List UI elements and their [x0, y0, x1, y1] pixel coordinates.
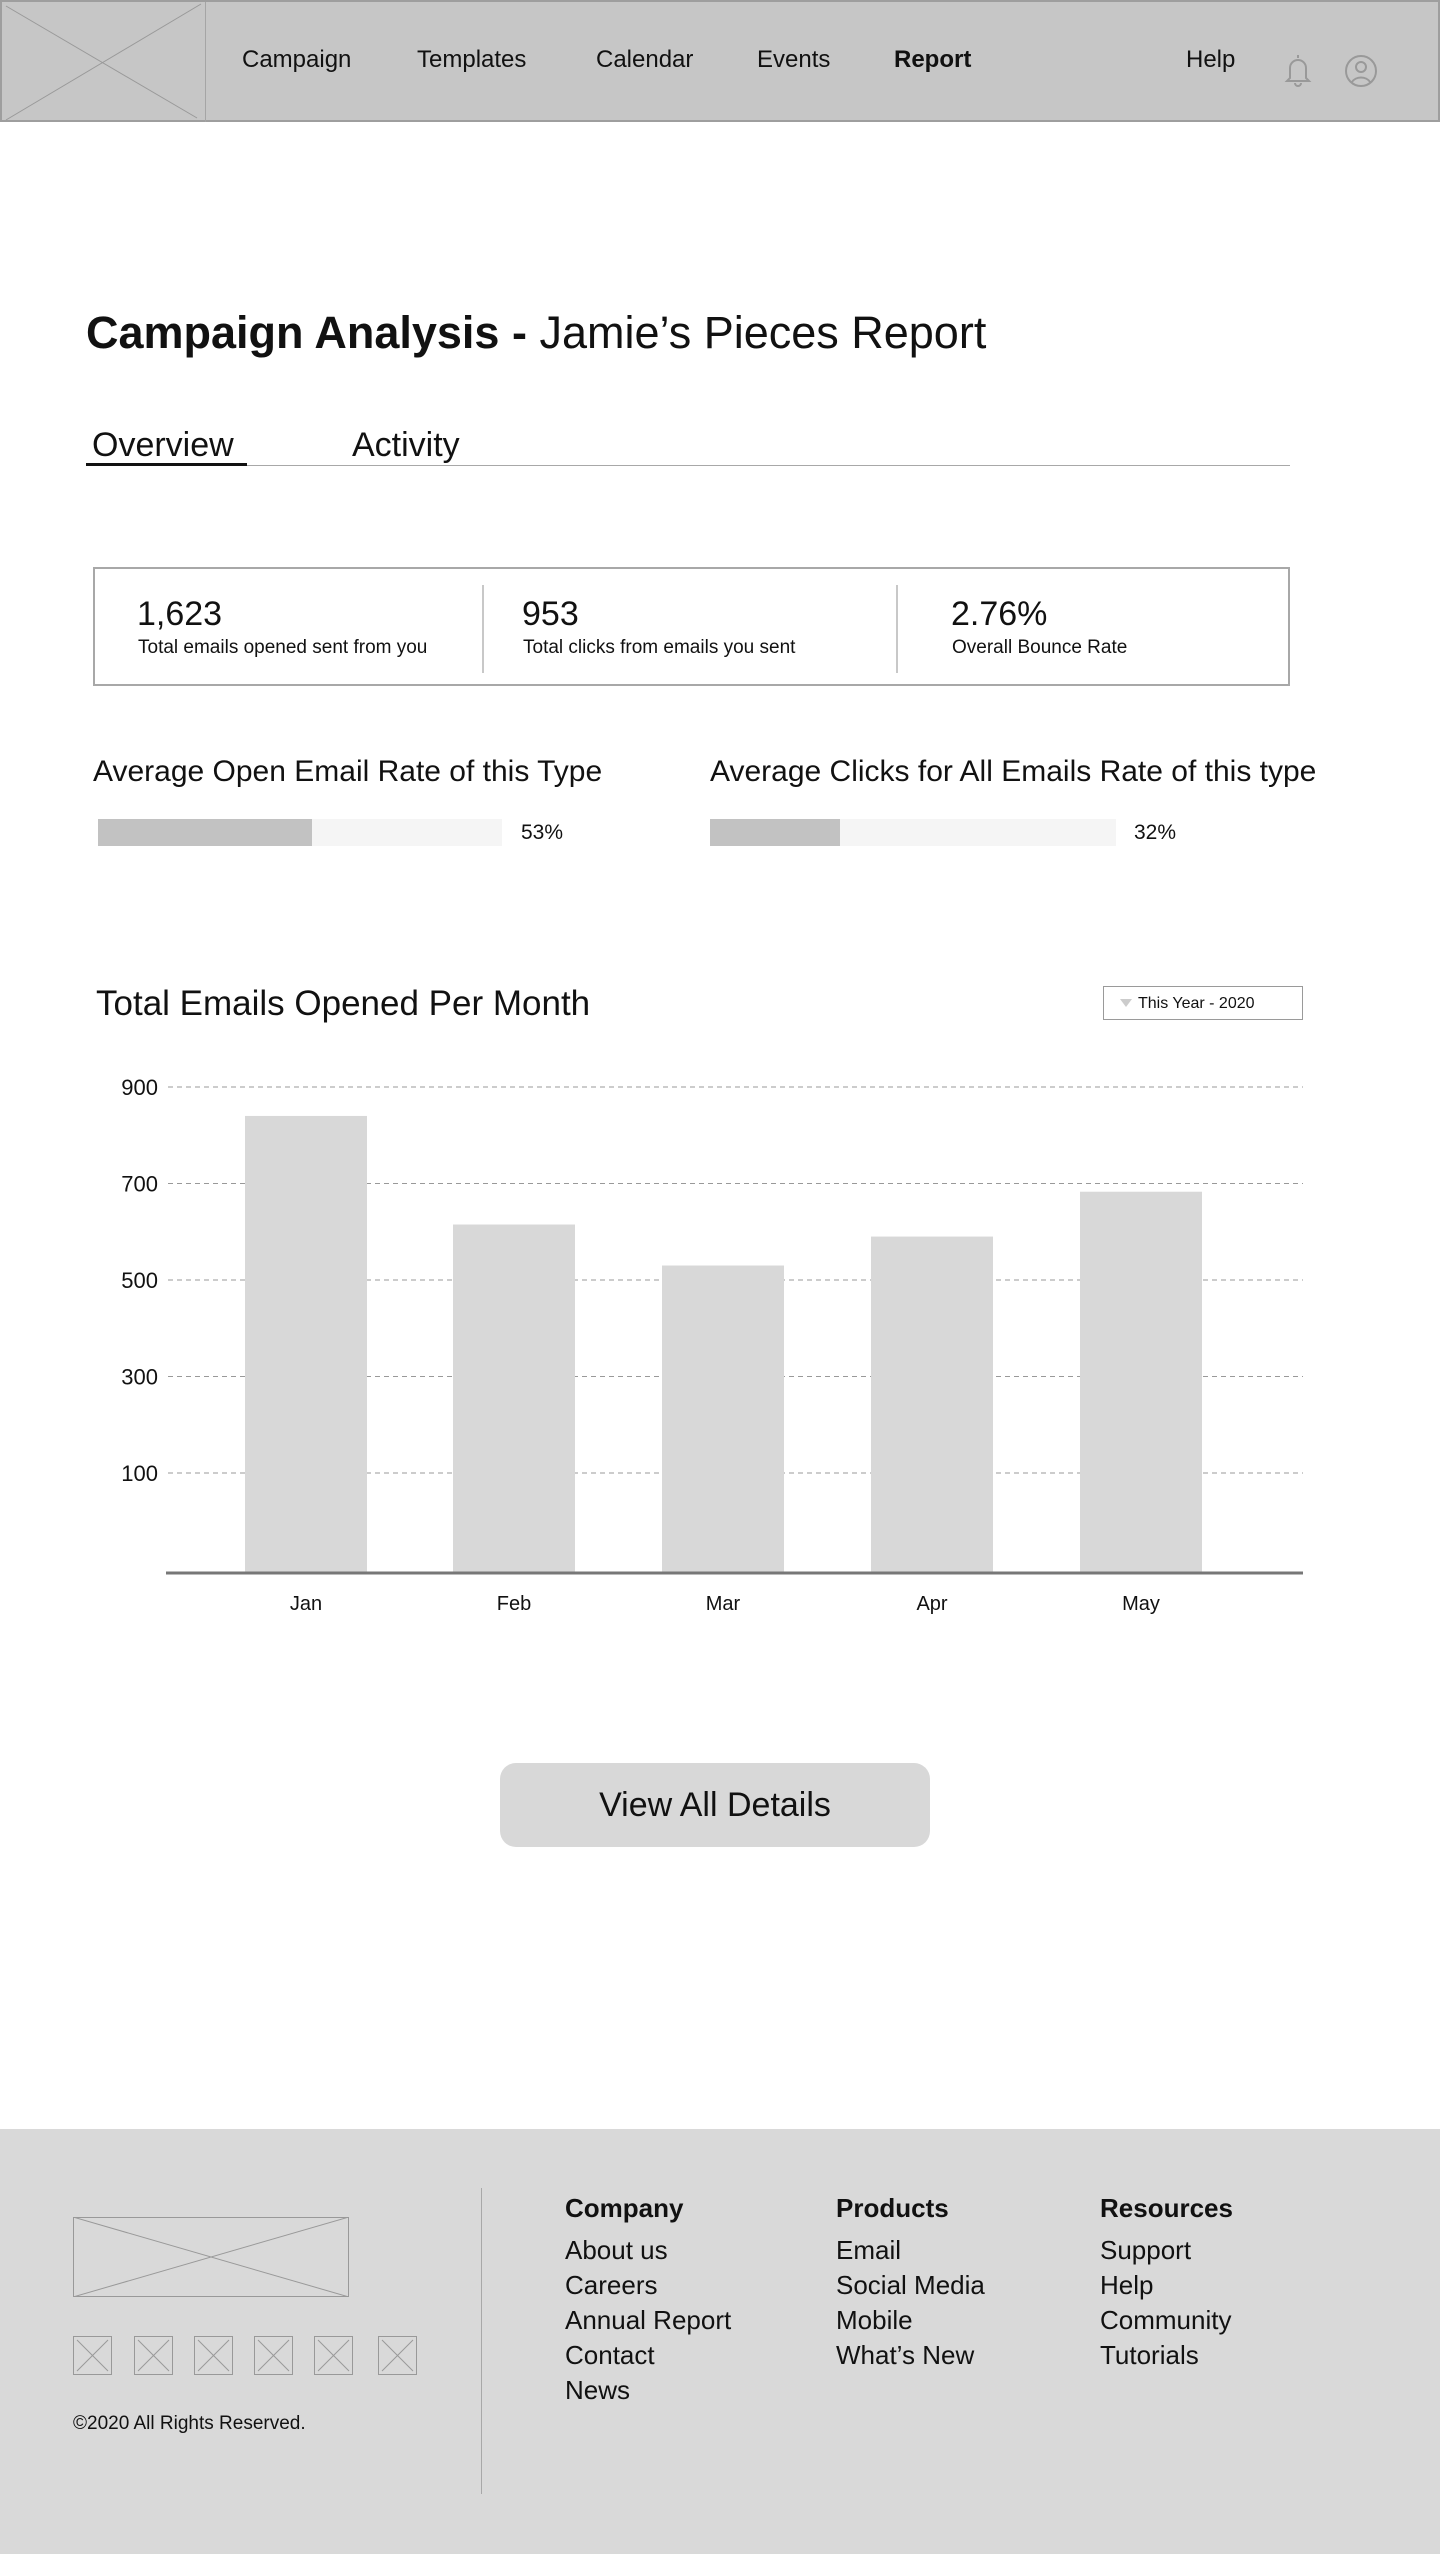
nav-help[interactable]: Help: [1186, 46, 1235, 74]
user-icon[interactable]: [1344, 54, 1378, 88]
chart-title: Total Emails Opened Per Month: [96, 984, 591, 1023]
nav-templates[interactable]: Templates: [417, 46, 526, 74]
footer-link[interactable]: About us: [565, 2235, 668, 2266]
logo-placeholder-icon[interactable]: [2, 2, 206, 122]
open-rate-fill: [98, 819, 313, 846]
bar-apr: [871, 1236, 993, 1572]
click-rate-percent: 32%: [1134, 821, 1177, 844]
footer-link[interactable]: Annual Report: [565, 2305, 731, 2336]
footer-heading-company: Company: [565, 2193, 684, 2223]
stats-card: 1,623 Total emails opened sent from you …: [93, 567, 1290, 686]
click-rate-bar: [710, 819, 1116, 846]
tab-overview[interactable]: Overview: [92, 426, 234, 465]
social-icon-placeholder[interactable]: [194, 2336, 233, 2375]
open-rate-bar: [98, 819, 502, 846]
open-rate-percent: 53%: [521, 821, 564, 844]
click-rate-fill: [710, 819, 840, 846]
stat-value-opened: 1,623: [137, 595, 223, 633]
dropdown-caret-icon: [1120, 999, 1132, 1007]
footer-link[interactable]: Support: [1100, 2235, 1191, 2266]
footer-link[interactable]: News: [565, 2375, 630, 2406]
nav-events[interactable]: Events: [757, 46, 830, 74]
footer-heading-products: Products: [836, 2193, 949, 2223]
x-tick-label: Feb: [497, 1593, 531, 1615]
top-nav: Campaign Templates Calendar Events Repor…: [0, 0, 1440, 122]
stat-label-bounce: Overall Bounce Rate: [952, 637, 1128, 658]
social-icon-placeholder[interactable]: [254, 2336, 293, 2375]
footer-heading-resources: Resources: [1100, 2193, 1233, 2223]
bar-mar: [662, 1265, 784, 1572]
bar-chart: 900 700 500 300 100 Jan Feb Mar Apr May: [121, 1075, 1303, 1615]
year-filter-value: This Year - 2020: [1138, 995, 1255, 1012]
tab-activity[interactable]: Activity: [352, 426, 460, 465]
footer-link[interactable]: Help: [1100, 2270, 1153, 2301]
nav-report[interactable]: Report: [894, 46, 971, 74]
footer-link[interactable]: Careers: [565, 2270, 657, 2301]
stat-divider: [482, 585, 484, 673]
x-tick-label: May: [1122, 1593, 1160, 1615]
y-tick-label: 700: [121, 1172, 158, 1197]
stat-label-opened: Total emails opened sent from you: [138, 637, 428, 658]
stat-value-bounce: 2.76%: [951, 595, 1048, 633]
y-tick-label: 300: [121, 1365, 158, 1390]
stat-value-clicks: 953: [522, 595, 579, 633]
x-tick-label: Apr: [916, 1593, 947, 1615]
year-filter-dropdown[interactable]: This Year - 2020: [1103, 986, 1303, 1020]
copyright: ©2020 All Rights Reserved.: [73, 2413, 306, 2434]
bar-feb: [453, 1224, 575, 1572]
social-icon-placeholder[interactable]: [73, 2336, 112, 2375]
social-icon-placeholder[interactable]: [314, 2336, 353, 2375]
page-title-report: Jamie’s Pieces Report: [539, 307, 987, 358]
nav-campaign[interactable]: Campaign: [242, 46, 351, 74]
footer-link[interactable]: Email: [836, 2235, 901, 2266]
footer-link[interactable]: Mobile: [836, 2305, 913, 2336]
y-tick-label: 500: [121, 1268, 158, 1293]
footer-link[interactable]: Social Media: [836, 2270, 985, 2301]
social-icon-placeholder[interactable]: [378, 2336, 417, 2375]
click-rate-title: Average Clicks for All Emails Rate of th…: [710, 755, 1317, 788]
y-tick-label: 100: [121, 1461, 158, 1486]
footer-logo-placeholder-icon: [73, 2217, 349, 2297]
tabs-divider: [86, 465, 1290, 466]
footer-link[interactable]: What’s New: [836, 2340, 974, 2371]
footer: ©2020 All Rights Reserved. Company About …: [0, 2129, 1440, 2554]
x-tick-label: Mar: [706, 1593, 741, 1615]
tab-active-underline: [86, 463, 247, 466]
page-title: Campaign Analysis - Jamie’s Pieces Repor…: [86, 307, 986, 359]
footer-divider: [481, 2188, 482, 2494]
stat-divider: [896, 585, 898, 673]
x-tick-label: Jan: [290, 1593, 322, 1615]
y-tick-label: 900: [121, 1075, 158, 1100]
footer-link[interactable]: Contact: [565, 2340, 655, 2371]
nav-calendar[interactable]: Calendar: [596, 46, 693, 74]
bar-jan: [245, 1115, 367, 1572]
footer-link[interactable]: Tutorials: [1100, 2340, 1199, 2371]
view-all-details-button[interactable]: View All Details: [500, 1763, 930, 1847]
open-rate-title: Average Open Email Rate of this Type: [93, 755, 603, 788]
bell-icon[interactable]: [1282, 52, 1314, 88]
page-title-bold: Campaign Analysis -: [86, 307, 527, 358]
stat-label-clicks: Total clicks from emails you sent: [523, 637, 796, 658]
bar-may: [1080, 1191, 1202, 1572]
footer-link[interactable]: Community: [1100, 2305, 1231, 2336]
social-icon-placeholder[interactable]: [134, 2336, 173, 2375]
